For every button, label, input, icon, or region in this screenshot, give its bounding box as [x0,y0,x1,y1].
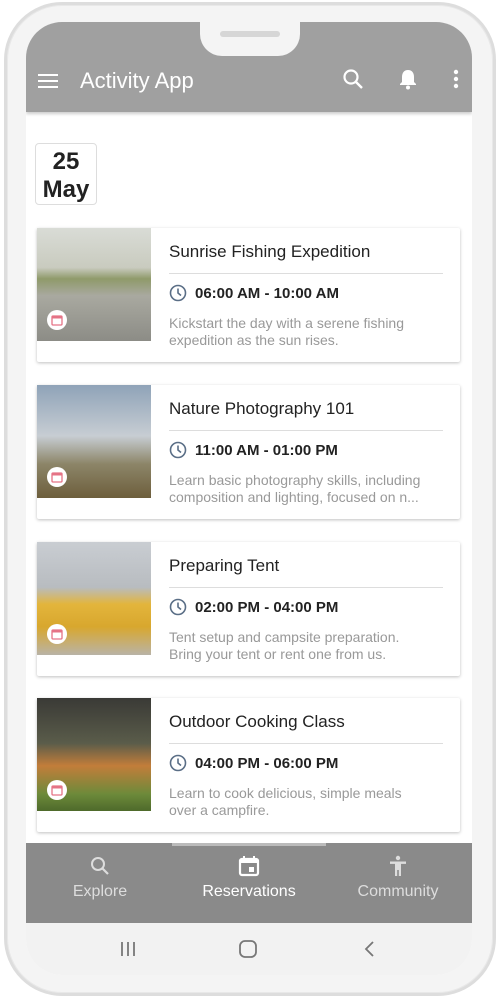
activity-image [37,542,151,655]
activity-time: 02:00 PM - 04:00 PM [169,598,338,616]
activity-card[interactable]: Nature Photography 101 11:00 AM - 01:00 … [37,385,460,519]
calendar-icon [51,629,63,640]
date-day: 25 [52,148,80,175]
date-month: May [42,176,90,203]
activity-card[interactable]: Preparing Tent 02:00 PM - 04:00 PM Tent … [37,542,460,676]
divider [169,273,443,274]
tab-label: Community [357,883,439,900]
activity-title: Sunrise Fishing Expedition [169,242,371,261]
tab-label: Reservations [202,883,296,900]
calendar-badge[interactable] [47,624,67,644]
tab-label: Explore [72,883,128,900]
search-icon [91,857,109,875]
activity-time: 04:00 PM - 06:00 PM [169,754,338,772]
more-vert-icon[interactable] [452,68,460,90]
time-text: 04:00 PM - 06:00 PM [195,754,339,772]
scroll-indicator [172,843,326,846]
description-line: Kickstart the day with a serene fishing [169,315,405,331]
calendar-icon [238,856,260,877]
description-line: over a campfire. [169,802,270,818]
calendar-badge[interactable] [47,310,67,330]
system-navigation-bar [26,923,472,975]
calendar-icon [51,472,63,483]
bell-icon[interactable] [398,68,418,90]
notch [200,22,300,56]
activity-description: Learn to cook delicious, simple meals ove… [169,785,449,819]
divider [169,430,443,431]
activity-title: Preparing Tent [169,556,280,575]
clock-icon [169,441,187,459]
back-icon[interactable] [360,939,380,959]
activity-description: Tent setup and campsite preparation. Brin… [169,629,449,663]
activity-description: Learn basic photography skills, includin… [169,472,449,506]
screen: Activity App 25 May Sunrise Fishing Expe… [26,22,472,975]
activity-time: 11:00 AM - 01:00 PM [169,441,338,459]
calendar-icon [51,315,63,326]
activity-title: Nature Photography 101 [169,399,355,418]
clock-icon [169,284,187,302]
description-line: Learn to cook delicious, simple meals [169,785,402,801]
clock-icon [169,754,187,772]
clock-icon [169,598,187,616]
bottom-navigation: Explore Reservations Community [26,843,472,923]
activity-image [37,698,151,811]
tab-reservations[interactable]: Reservations [175,855,323,901]
divider [169,587,443,588]
tab-explore[interactable]: Explore [26,855,174,901]
time-text: 06:00 AM - 10:00 AM [195,284,339,302]
home-icon[interactable] [238,939,258,959]
tab-community[interactable]: Community [324,855,472,901]
description-line: expedition as the sun rises. [169,332,339,348]
activity-image [37,228,151,341]
activity-time: 06:00 AM - 10:00 AM [169,284,339,302]
calendar-badge[interactable] [47,780,67,800]
description-line: Learn basic photography skills, includin… [169,472,421,488]
activity-image [37,385,151,498]
time-text: 02:00 PM - 04:00 PM [195,598,339,616]
description-line: Bring your tent or rent one from us. [169,646,387,662]
activity-title: Outdoor Cooking Class [169,712,345,731]
description-line: Tent setup and campsite preparation. [169,629,400,645]
search-icon[interactable] [342,68,364,90]
activity-card[interactable]: Outdoor Cooking Class 04:00 PM - 06:00 P… [37,698,460,832]
app-title: Activity App [80,68,194,93]
activity-description: Kickstart the day with a serene fishing e… [169,315,449,349]
time-text: 11:00 AM - 01:00 PM [195,441,338,459]
activity-card[interactable]: Sunrise Fishing Expedition 06:00 AM - 10… [37,228,460,362]
calendar-icon [51,785,63,796]
description-line: composition and lighting, focused on n..… [169,489,419,505]
accessibility-icon [390,855,406,876]
date-badge: 25 May [35,143,97,205]
calendar-badge[interactable] [47,467,67,487]
menu-icon[interactable] [38,74,58,88]
recent-apps-icon[interactable] [118,939,138,959]
divider [169,743,443,744]
